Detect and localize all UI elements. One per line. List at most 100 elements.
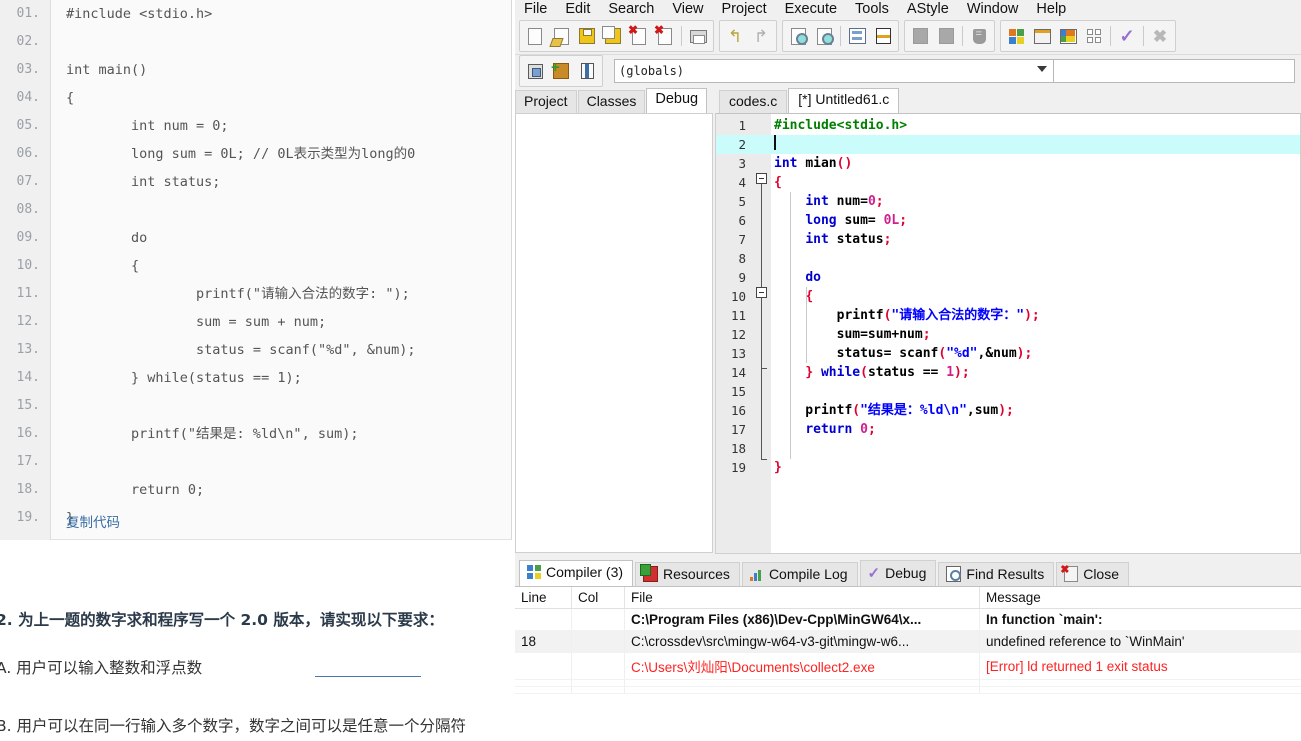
new-project-icon[interactable] <box>522 58 548 84</box>
menu-item-edit[interactable]: Edit <box>556 0 599 18</box>
menu-item-execute[interactable]: Execute <box>776 0 846 18</box>
bottom-tab-compile-log[interactable]: Compile Log <box>741 562 858 586</box>
article-code-line-number: 04. <box>16 90 40 105</box>
chevron-down-icon[interactable] <box>1037 66 1047 72</box>
code-token: return <box>805 422 861 437</box>
menu-item-tools[interactable]: Tools <box>846 0 898 18</box>
editor-code-line: 18 <box>716 439 1300 458</box>
column-header-col[interactable]: Col <box>571 587 625 609</box>
editor-code-line: 12 sum=sum+num; <box>716 325 1300 344</box>
scope-combobox[interactable]: (globals) <box>614 59 1054 83</box>
editor-line-text: status= scanf("%d",&num); <box>774 344 1033 363</box>
menu-item-file[interactable]: File <box>515 0 556 18</box>
code-token: () <box>836 156 853 171</box>
stop-execution-icon[interactable]: ✖ <box>1147 23 1173 49</box>
left-dock-tab-debug[interactable]: Debug <box>646 88 708 113</box>
article-code-line-number: 17. <box>16 454 40 469</box>
forward-icon[interactable] <box>933 23 959 49</box>
article-code-line-text: #include <stdio.h> <box>66 6 213 22</box>
column-header-file[interactable]: File <box>624 587 980 609</box>
close-all-icon[interactable] <box>652 23 678 49</box>
toolbar-separator <box>681 26 682 46</box>
menu-item-view[interactable]: View <box>663 0 712 18</box>
editor-line-text: } while(status == 1); <box>774 363 969 382</box>
table-row[interactable]: C:\Program Files (x86)\Dev-Cpp\MinGW64\x… <box>515 608 1301 631</box>
undo-icon[interactable]: ↰ <box>722 23 748 49</box>
run-icon[interactable] <box>1029 23 1055 49</box>
column-header-line[interactable]: Line <box>515 587 572 609</box>
editor-code-line: 5 int num=0; <box>716 192 1300 211</box>
open-file-icon[interactable] <box>548 23 574 49</box>
code-token: mian <box>805 156 837 171</box>
article-code-line-number: 16. <box>16 426 40 441</box>
editor-line-text: do <box>774 268 821 287</box>
goto-line-icon[interactable] <box>870 23 896 49</box>
cell-line <box>515 652 572 680</box>
fold-box-line-4[interactable] <box>756 173 767 184</box>
replace-icon[interactable] <box>844 23 870 49</box>
rebuild-all-icon[interactable] <box>1081 23 1107 49</box>
article-code-line-text: { <box>66 90 75 106</box>
back-icon[interactable] <box>907 23 933 49</box>
editor-line-text: { <box>774 173 782 192</box>
left-dock-tab-project[interactable]: Project <box>515 90 577 113</box>
editor-tab-1[interactable]: [*] Untitled61.c <box>788 88 900 113</box>
new-file-icon[interactable] <box>522 23 548 49</box>
editor-code-line: 6 long sum= 0L; <box>716 211 1300 230</box>
table-row[interactable] <box>515 679 1301 687</box>
menu-item-project[interactable]: Project <box>713 0 776 18</box>
table-row[interactable]: 18 C:\crossdev\src\mingw-w64-v3-git\mingw… <box>515 630 1301 653</box>
code-token: status == <box>867 365 947 380</box>
left-dock-body[interactable] <box>515 113 713 553</box>
project-options-icon[interactable] <box>574 58 600 84</box>
table-row[interactable] <box>515 686 1301 694</box>
menu-item-window[interactable]: Window <box>958 0 1028 18</box>
article-code-line: 01. #include <stdio.h> <box>0 0 511 28</box>
scope-extra-field[interactable] <box>1054 59 1295 83</box>
bottom-tab-debug[interactable]: ✓ Debug <box>859 560 937 586</box>
editor-line-text: sum=sum+num; <box>774 325 931 344</box>
menu-item-help[interactable]: Help <box>1027 0 1075 18</box>
editor-line-number: 2 <box>738 137 746 152</box>
menu-item-search[interactable]: Search <box>599 0 663 18</box>
editor-tab-0[interactable]: codes.c <box>719 90 788 113</box>
print-icon[interactable] <box>685 23 711 49</box>
find-icon[interactable] <box>785 23 811 49</box>
compile-icon[interactable] <box>1003 23 1029 49</box>
editor-line-number: 16 <box>730 403 746 418</box>
article-code-line-number: 01. <box>16 6 40 21</box>
bottom-tab-close[interactable]: Close <box>1056 562 1129 586</box>
editor-line-number: 17 <box>730 422 746 437</box>
column-header-message[interactable]: Message <box>979 587 1301 609</box>
menu-item-astyle[interactable]: AStyle <box>898 0 958 18</box>
editor-line-number: 13 <box>730 346 746 361</box>
find-next-icon[interactable] <box>811 23 837 49</box>
article-code-line: 06. long sum = 0L; // 0L表示类型为long的0 <box>0 140 511 168</box>
close-file-icon[interactable] <box>626 23 652 49</box>
code-token: sum=sum+num <box>774 327 923 342</box>
article-text: 2. 为上一题的数字求和程序写一个 2.0 版本，请实现以下要求： A. 用户可… <box>0 545 515 741</box>
fold-box-line-10[interactable] <box>756 287 767 298</box>
editor-code-line: 19} <box>716 458 1300 477</box>
table-row[interactable]: C:\Users\刘灿阳\Documents\collect2.exe [Erro… <box>515 652 1301 680</box>
save-all-icon[interactable] <box>600 23 626 49</box>
toolbar-separator <box>1143 26 1144 46</box>
syntax-check-icon[interactable]: ✓ <box>1114 23 1140 49</box>
article-code-line: 14. } while(status == 1); <box>0 364 511 392</box>
left-dock-tab-classes[interactable]: Classes <box>577 90 646 113</box>
editor-line-number: 10 <box>730 289 746 304</box>
debug-check-icon: ✓ <box>867 565 881 582</box>
add-to-project-icon[interactable] <box>548 58 574 84</box>
bottom-tab-compiler-3[interactable]: Compiler (3) <box>519 560 634 586</box>
copy-code-link[interactable]: 复制代码 <box>66 511 120 531</box>
editor-line-number: 15 <box>730 384 746 399</box>
redo-icon[interactable]: ↱ <box>748 23 774 49</box>
bottom-tab-resources[interactable]: Resources <box>635 562 740 586</box>
code-editor[interactable]: 1 #include<stdio.h> 2 3 int mian() 4{5 int nu… <box>715 113 1301 554</box>
question-title: 2. 为上一题的数字求和程序写一个 2.0 版本，请实现以下要求： <box>0 611 444 629</box>
insert-icon[interactable] <box>966 23 992 49</box>
save-file-icon[interactable] <box>574 23 600 49</box>
bottom-tab-find-results[interactable]: Find Results <box>938 562 1055 586</box>
compile-run-icon[interactable] <box>1055 23 1081 49</box>
code-token: int <box>805 232 837 247</box>
